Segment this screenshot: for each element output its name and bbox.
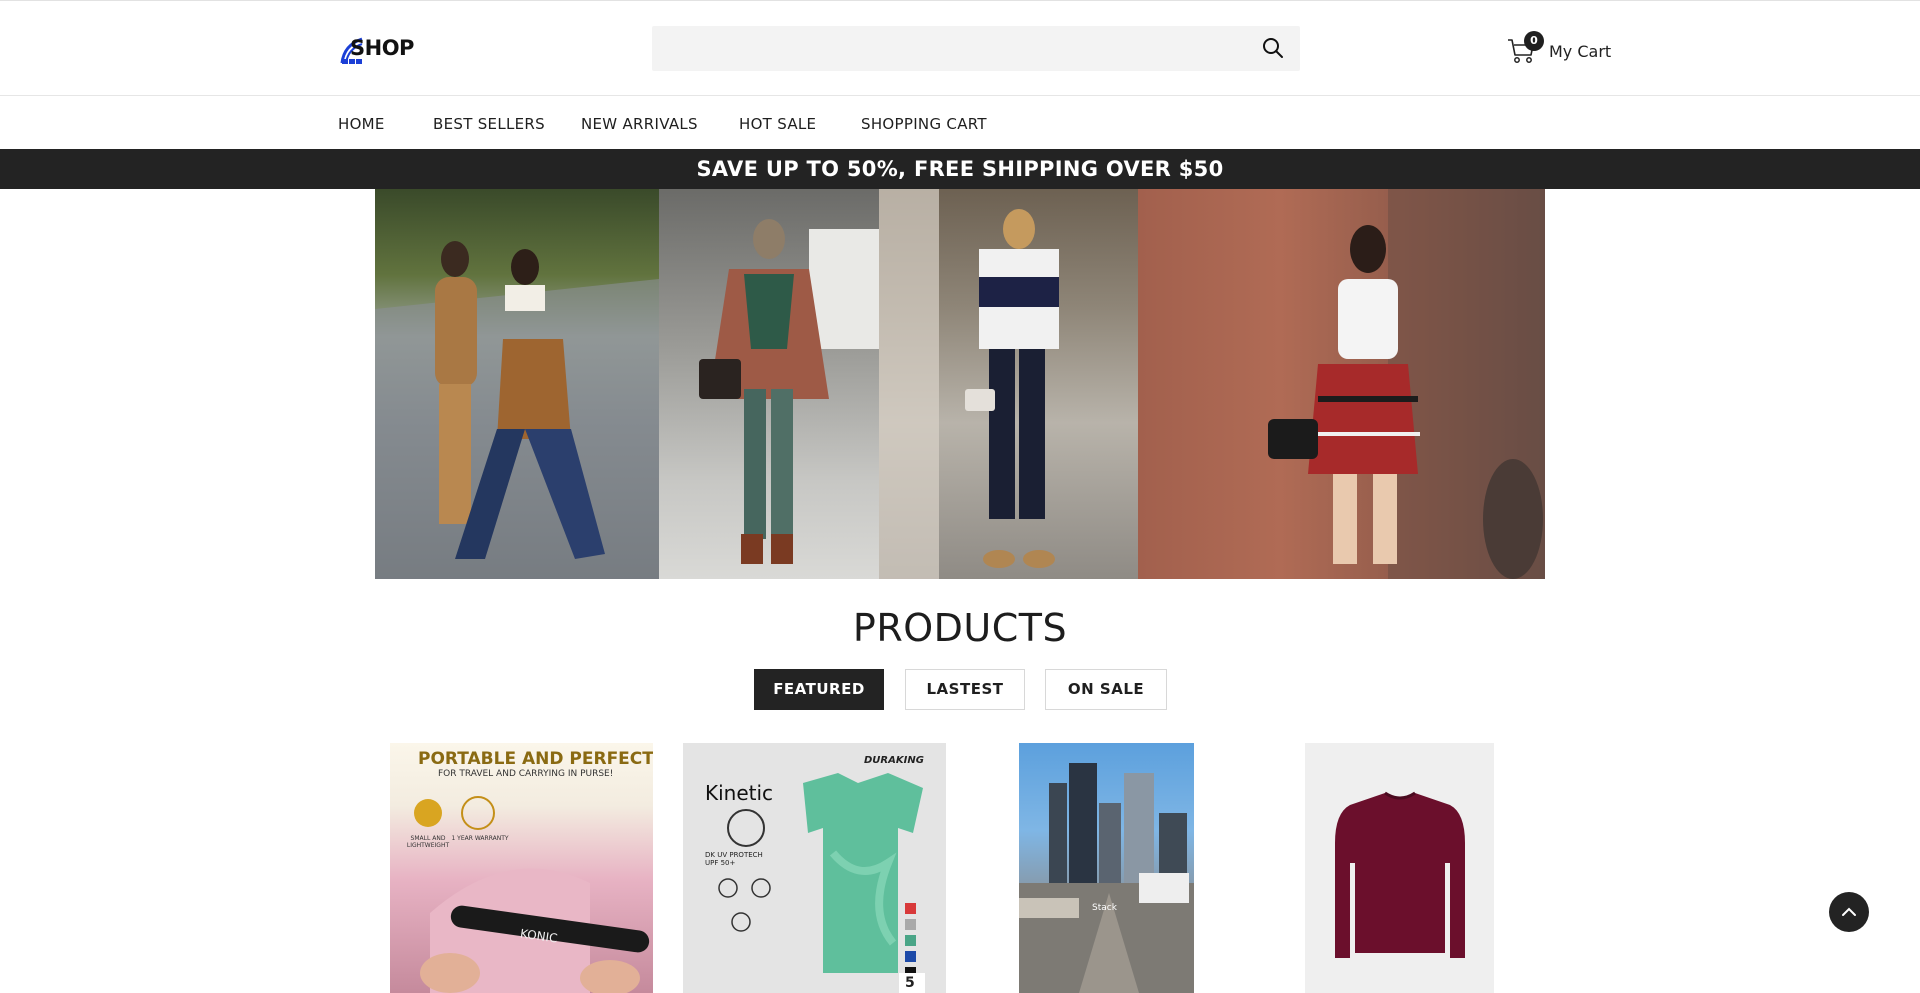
- nav-item-home[interactable]: HOME: [338, 115, 385, 133]
- back-to-top-button[interactable]: [1829, 892, 1869, 932]
- product-2-brand-top: DURAKING: [864, 755, 924, 766]
- search-bar: [652, 26, 1300, 71]
- product-2-pack-count: 5: [905, 975, 915, 991]
- product-2-brand-main: Kinetic: [705, 781, 774, 805]
- site-logo[interactable]: SHOP: [340, 31, 420, 67]
- products-heading: PRODUCTS: [852, 606, 1068, 650]
- product-1-badge-left: SMALL AND LIGHTWEIGHT: [406, 835, 450, 849]
- promo-banner: SAVE UP TO 50%, FREE SHIPPING OVER $50: [0, 149, 1920, 189]
- product-3-sign: Stack: [1092, 903, 1117, 913]
- product-card-2[interactable]: DURAKING Kinetic DK UV PROTECH UPF 50+ 5: [683, 743, 946, 993]
- search-icon: [1263, 38, 1283, 58]
- hero-photo-1: [375, 189, 659, 579]
- cart-label: My Cart: [1549, 42, 1612, 61]
- product-1-badge-right: 1 YEAR WARRANTY: [451, 835, 509, 842]
- nav-item-hot-sale[interactable]: HOT SALE: [739, 115, 816, 133]
- chevron-up-icon: [1842, 907, 1856, 916]
- tab-on-sale[interactable]: ON SALE: [1045, 669, 1167, 710]
- nav-item-shopping-cart[interactable]: SHOPPING CART: [861, 115, 987, 133]
- tab-latest[interactable]: LASTEST: [905, 669, 1025, 710]
- hero-photo-2: [659, 189, 879, 579]
- cart-link[interactable]: 0 My Cart: [1506, 31, 1611, 67]
- cart-count-badge: 0: [1524, 31, 1544, 51]
- product-1-subline: FOR TRAVEL AND CARRYING IN PURSE!: [438, 769, 614, 779]
- search-input[interactable]: [652, 26, 1242, 71]
- product-card-4[interactable]: [1305, 743, 1494, 993]
- product-card-1[interactable]: PORTABLE AND PERFECT FOR TRAVEL AND CARR…: [390, 743, 653, 993]
- nav-item-new-arrivals[interactable]: NEW ARRIVALS: [581, 115, 698, 133]
- product-2-feature: DK UV PROTECH UPF 50+: [705, 851, 763, 867]
- product-1-headline: PORTABLE AND PERFECT: [418, 749, 653, 769]
- hero-banner[interactable]: [375, 189, 1545, 579]
- logo-text: SHOP: [350, 36, 414, 60]
- nav-item-best-sellers[interactable]: BEST SELLERS: [433, 115, 545, 133]
- hero-photo-4: [1138, 189, 1545, 579]
- site-header: SHOP 0 My Cart: [0, 1, 1920, 96]
- search-button[interactable]: [1260, 36, 1286, 62]
- product-card-3[interactable]: Stack: [1019, 743, 1194, 993]
- tab-featured[interactable]: FEATURED: [754, 669, 884, 710]
- hero-photo-3: [879, 189, 1138, 579]
- main-nav: HOME BEST SELLERS NEW ARRIVALS HOT SALE …: [0, 97, 1920, 149]
